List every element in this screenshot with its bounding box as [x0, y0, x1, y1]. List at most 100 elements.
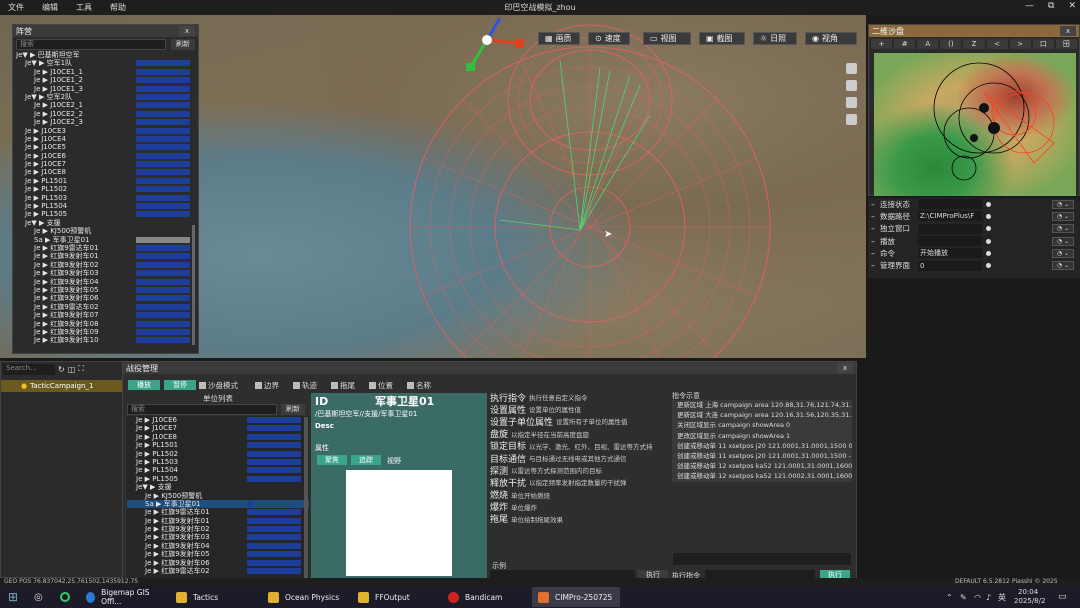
tree-row[interactable]: Je▼ ▶ 支援 — [16, 219, 198, 227]
collapse-icon[interactable]: – — [871, 261, 875, 270]
task-tactics[interactable]: Tactics — [170, 587, 256, 607]
command-item[interactable]: 爆炸 单位爆炸 — [490, 501, 670, 513]
property-dropdown[interactable]: ◔ ⌄ — [1052, 236, 1074, 246]
minimap-tool-button[interactable]: > — [1009, 39, 1031, 49]
tree-row[interactable]: Je ▶ J10CE8 — [16, 168, 198, 176]
task-bandicam[interactable]: Bandicam — [442, 587, 528, 607]
tree-row[interactable]: Je ▶ J10CE2_3 — [16, 118, 198, 126]
battle-close-button[interactable]: x — [837, 363, 853, 373]
minimap-close-button[interactable]: x — [1060, 26, 1076, 36]
collapse-icon[interactable]: – — [871, 237, 875, 246]
tree-row[interactable]: Je ▶ 红旗9发射车06 — [127, 559, 309, 567]
example-item[interactable]: 创建或移动单 11 xsetpos j20 121.0001,31.0001,1… — [672, 440, 852, 451]
layer-icon[interactable] — [846, 114, 857, 125]
tree-row[interactable]: Je ▶ J10CE8 — [127, 433, 309, 441]
tree-row[interactable]: Je ▶ PL1501 — [127, 441, 309, 449]
property-dropdown[interactable]: ◔ ⌄ — [1052, 199, 1074, 209]
tree-row[interactable]: Je ▶ J10CE1_1 — [16, 68, 198, 76]
close-icon[interactable]: ✕ — [1068, 1, 1076, 11]
command-item[interactable]: 探测 以雷达等方式探测范围内的目标 — [490, 464, 670, 477]
tree-row[interactable]: Sa ▶ 军事卫星01 — [16, 236, 198, 244]
example-item[interactable]: 关闭区域显示 campaign showArea 0 — [672, 420, 852, 431]
volume-icon[interactable]: ♪ — [986, 593, 991, 602]
example-item[interactable]: 创建或移动单 12 xsetpos ka52 121.0002,31.0001,… — [672, 471, 852, 482]
minimap-tool-button[interactable]: A — [917, 39, 939, 49]
tree-row[interactable]: Je ▶ PL1502 — [16, 185, 198, 193]
tree-row[interactable]: Je ▶ 红旗9发射车03 — [16, 269, 198, 277]
command-item[interactable]: 释放干扰 以指定频率发射指定数量的干扰弹 — [490, 476, 670, 489]
zoom-in-icon[interactable] — [846, 63, 857, 74]
window-icon[interactable]: ◫ — [68, 365, 76, 374]
order-scrollbar[interactable] — [192, 225, 195, 345]
collapse-icon[interactable]: – — [871, 249, 875, 258]
tree-row[interactable]: Je ▶ J10CE4 — [16, 135, 198, 143]
unit-scrollbar[interactable] — [304, 417, 308, 581]
property-value[interactable]: 开始播放 — [918, 248, 982, 259]
task-bigemap[interactable]: Bigemap GIS Offl... — [80, 587, 166, 607]
tree-row[interactable]: Je ▶ 红旗9发射车08 — [16, 320, 198, 328]
tree-row[interactable]: Je ▶ J10CE7 — [127, 424, 309, 432]
display-option-checkbox[interactable]: 拖尾 — [331, 380, 355, 391]
expand-icon[interactable]: ⛶ — [78, 364, 84, 374]
tree-row[interactable]: Je ▶ J10CE2_1 — [16, 101, 198, 109]
tree-row[interactable]: Je ▶ 红旗9发射车05 — [127, 550, 309, 558]
property-dropdown[interactable]: ◔ ⌄ — [1052, 248, 1074, 258]
tree-row[interactable]: Je ▶ 红旗9发射车04 — [127, 542, 309, 550]
minimap-tool-button[interactable]: < — [986, 39, 1008, 49]
command-item[interactable]: 目标通信 与目标通过无线电或其他方式通信 — [490, 452, 670, 465]
input-language[interactable]: 英 — [998, 592, 1006, 603]
tree-row[interactable]: Je ▶ 红旗9发射车02 — [16, 261, 198, 269]
collapse-icon[interactable]: – — [871, 212, 875, 221]
task-cimpro[interactable]: CIMPro-250725 — [532, 587, 620, 607]
tree-row[interactable]: Je ▶ PL1505 — [127, 475, 309, 483]
screenshot-button[interactable]: ▣ 截图 — [699, 32, 745, 45]
tree-row[interactable]: Je ▶ PL1501 — [16, 177, 198, 185]
play-button[interactable]: 播放 — [128, 380, 160, 390]
sunlight-button[interactable]: ☼ 日照 — [753, 32, 797, 45]
clock-date[interactable]: 2025/8/2 — [1014, 597, 1045, 605]
tree-row[interactable]: Je ▶ 红旗9发射车07 — [16, 311, 198, 319]
tree-row[interactable]: Je ▶ J10CE6 — [127, 416, 309, 424]
collapse-icon[interactable]: – — [871, 200, 875, 209]
pan-icon[interactable] — [846, 97, 857, 108]
property-value[interactable] — [918, 199, 982, 210]
command-item[interactable]: 盘旋 以指定半径在当前高度盘旋 — [490, 428, 670, 440]
tree-row[interactable]: Je ▶ J10CE7 — [16, 160, 198, 168]
property-value[interactable]: 0 — [918, 260, 982, 271]
search-icon[interactable]: ◎ — [34, 592, 43, 603]
campaign-search-input[interactable]: Search... — [3, 363, 55, 375]
tree-row[interactable]: Je ▶ J10CE5 — [16, 143, 198, 151]
tree-row[interactable]: Je ▶ J10CE3 — [16, 127, 198, 135]
refresh-icon[interactable]: ↻ — [58, 365, 65, 374]
tree-row[interactable]: Je▼ ▶ 支援 — [127, 483, 309, 491]
pause-button[interactable]: 暂停 — [164, 380, 196, 390]
display-option-checkbox[interactable]: 名称 — [407, 380, 431, 391]
perspective-button[interactable]: ◉ 视角 — [805, 32, 857, 45]
speed-button[interactable]: ⊙ 速度 — [588, 32, 630, 45]
campaign-item[interactable]: ● TacticCampaign_1 — [1, 380, 122, 392]
example-item[interactable]: 更改区域显示 campaign showArea 1 — [672, 430, 852, 441]
tree-row[interactable]: Je ▶ KJ500预警机 — [127, 492, 309, 500]
tree-row[interactable]: Je ▶ PL1503 — [16, 194, 198, 202]
task-ffoutput[interactable]: FFOutput — [352, 587, 438, 607]
tree-row[interactable]: Je ▶ 红旗9雷达车02 — [16, 303, 198, 311]
quality-button[interactable]: ▦ 画质 — [538, 32, 580, 45]
tree-row[interactable]: Je ▶ J10CE1_3 — [16, 85, 198, 93]
property-value[interactable] — [918, 236, 982, 247]
wifi-icon[interactable]: ◠ — [974, 593, 981, 602]
minimap-tool-button[interactable]: () — [940, 39, 962, 49]
minimap-tool-button[interactable]: 田 — [1055, 39, 1077, 49]
tree-row[interactable]: Je ▶ PL1504 — [127, 466, 309, 474]
example-item[interactable]: 创建或移动单 12 xsetpos ka52 121.0001,31.0001,… — [672, 461, 852, 472]
tree-row[interactable]: Je ▶ J10CE2_2 — [16, 110, 198, 118]
order-search-input[interactable]: 搜索 — [16, 39, 166, 50]
start-icon[interactable]: ⊞ — [8, 590, 18, 604]
command-item[interactable]: 设置属性 设置单位的属性值 — [490, 403, 670, 416]
view-button[interactable]: ▭ 视图 — [643, 32, 691, 45]
command-item[interactable]: 设置子单位属性 设置所有子单位的属性值 — [490, 415, 670, 428]
minimap-map[interactable] — [874, 53, 1076, 196]
minimap-tool-button[interactable]: + — [871, 39, 893, 49]
example-item[interactable]: 更新区域 上海 campaign area 120.88,31.76,121.7… — [672, 400, 852, 411]
tree-row[interactable]: Je▼ ▶ 空军2队 — [16, 93, 198, 101]
chevron-up-icon[interactable]: ⌃ — [946, 593, 953, 602]
